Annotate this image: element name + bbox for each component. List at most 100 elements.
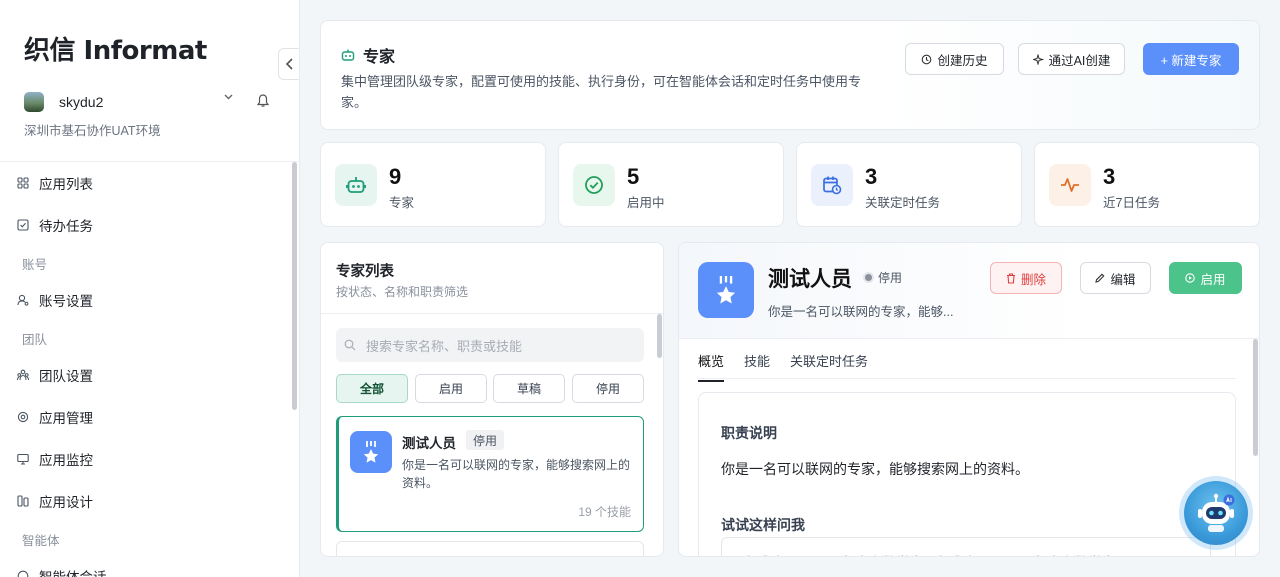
- stat-card-scheduled: 3 关联定时任务: [796, 142, 1022, 227]
- stat-value: 5: [627, 164, 640, 189]
- filter-enabled[interactable]: 启用: [415, 374, 487, 403]
- nav-group-account: 账号: [22, 258, 48, 272]
- duty-heading: 职责说明: [721, 425, 777, 441]
- sidebar-item-app-monitor[interactable]: 应用监控: [0, 438, 299, 480]
- search-input[interactable]: 搜索专家名称、职责或技能: [336, 328, 644, 362]
- collapse-sidebar-button[interactable]: [278, 48, 299, 80]
- sidebar-item-app-list[interactable]: 应用列表: [0, 162, 299, 204]
- ai-create-label: 通过AI创建: [1048, 53, 1111, 68]
- stat-label: 启用中: [627, 196, 665, 210]
- expert-list-panel: 专家列表 按状态、名称和职责筛选 搜索专家名称、职责或技能 全部 启用 草稿 停…: [320, 242, 664, 557]
- status-badge: 停用: [865, 269, 902, 286]
- stat-value: 3: [865, 164, 878, 189]
- expert-name: 测试人员: [402, 436, 456, 451]
- new-expert-label: + 新建专家: [1160, 53, 1222, 68]
- sidebar: 织信 Informat skydu2 深圳市基石协作UAT环境 应用列表 待办任…: [0, 0, 300, 577]
- create-history-label: 创建历史: [937, 53, 988, 68]
- page-title: 专家: [341, 43, 395, 67]
- activity-icon: [1049, 164, 1091, 206]
- example-prompt[interactable]: “帮我查一下2026年高考数学真题帮我查一下2026年高考数学真题”: [721, 537, 1211, 556]
- delete-label: 删除: [1020, 272, 1046, 287]
- edit-button[interactable]: 编辑: [1080, 262, 1151, 294]
- list-item[interactable]: 测试人员 停用 你是一名可以联网的专家，能够搜索网上的资料。 19 个技能: [336, 416, 644, 532]
- calendar-clock-icon: [811, 164, 853, 206]
- ai-create-button[interactable]: 通过AI创建: [1018, 43, 1125, 75]
- sidebar-item-label: 账号设置: [39, 294, 93, 309]
- expert-list-title: 专家列表: [336, 264, 394, 280]
- sidebar-item-label: 团队设置: [39, 369, 93, 384]
- page-description: 集中管理团队级专家，配置可使用的技能、执行身份，可在智能体会话和定时任务中使用专…: [341, 74, 862, 110]
- sidebar-item-label: 智能体会话: [39, 566, 107, 577]
- skill-count: 19 个技能: [578, 505, 631, 519]
- expert-list-subtitle: 按状态、名称和职责筛选: [336, 285, 469, 299]
- chevron-down-icon[interactable]: [224, 94, 233, 100]
- search-placeholder: 搜索专家名称、职责或技能: [366, 338, 523, 354]
- new-expert-button[interactable]: + 新建专家: [1143, 43, 1239, 75]
- overview-section: 职责说明 你是一名可以联网的专家，能够搜索网上的资料。 试试这样问我 “帮我查一…: [698, 392, 1236, 556]
- stat-value: 3: [1103, 164, 1116, 189]
- stat-label: 近7日任务: [1103, 196, 1160, 210]
- status-dot-icon: [865, 274, 872, 281]
- user-switcher[interactable]: skydu2: [24, 92, 274, 112]
- robot-icon: [335, 164, 377, 206]
- page-header: 专家 集中管理团队级专家，配置可使用的技能、执行身份，可在智能体会话和定时任务中…: [320, 20, 1260, 130]
- sidebar-item-todo[interactable]: 待办任务: [0, 204, 299, 246]
- status-badge: 停用: [466, 430, 505, 450]
- medal-star-icon: [698, 262, 754, 318]
- list-scrollbar[interactable]: [657, 314, 662, 358]
- stat-card-recent-tasks: 3 近7日任务: [1034, 142, 1260, 227]
- filter-draft[interactable]: 草稿: [493, 374, 565, 403]
- stat-label: 专家: [389, 196, 415, 210]
- sidebar-nav: 应用列表 待办任务 账号 账号设置 团队 团队设置 应用管理 应用监控 应用设计…: [0, 162, 299, 577]
- divider: [698, 378, 1236, 379]
- filter-disabled[interactable]: 停用: [572, 374, 644, 403]
- sidebar-item-label: 待办任务: [39, 219, 93, 234]
- sidebar-item-account-settings[interactable]: 账号设置: [0, 279, 299, 321]
- ai-robot-icon: [1198, 493, 1235, 532]
- ai-assistant-button[interactable]: [1184, 481, 1248, 545]
- chat-icon: [17, 570, 29, 577]
- monitor-icon: [17, 453, 29, 465]
- bell-icon[interactable]: [257, 94, 269, 108]
- sidebar-item-team-settings[interactable]: 团队设置: [0, 354, 299, 396]
- trash-icon: [1006, 272, 1015, 284]
- sidebar-item-label: 应用管理: [39, 411, 93, 426]
- delete-button[interactable]: 删除: [990, 262, 1062, 294]
- list-item[interactable]: [336, 541, 644, 556]
- sidebar-item-app-design[interactable]: 应用设计: [0, 480, 299, 522]
- duty-text: 你是一名可以联网的专家，能够搜索网上的资料。: [721, 461, 1029, 477]
- nav-group-agent: 智能体: [22, 534, 60, 548]
- stat-value: 9: [389, 164, 402, 189]
- design-icon: [17, 495, 29, 507]
- expert-detail-panel: 测试人员 停用 你是一名可以联网的专家，能够... 删除 编辑 启用 概览 技能…: [678, 242, 1260, 557]
- check-circle-icon: [573, 164, 615, 206]
- detail-scrollbar[interactable]: [1253, 339, 1258, 456]
- robot-icon: [341, 49, 355, 61]
- gear-icon: [17, 411, 29, 423]
- sidebar-item-app-management[interactable]: 应用管理: [0, 396, 299, 438]
- status-text: 停用: [878, 271, 903, 285]
- enable-label: 启用: [1200, 272, 1226, 287]
- play-circle-icon: [1185, 273, 1196, 283]
- ai-sparkle-icon: [1032, 53, 1044, 65]
- expert-title: 测试人员: [768, 268, 852, 291]
- avatar: [24, 92, 44, 112]
- divider: [321, 313, 663, 314]
- expert-summary: 你是一名可以联网的专家，能够...: [768, 305, 954, 319]
- sidebar-item-agent-chat[interactable]: 智能体会话: [0, 555, 299, 577]
- filter-all[interactable]: 全部: [336, 374, 408, 403]
- sidebar-item-label: 应用设计: [39, 495, 93, 510]
- user-settings-icon: [17, 294, 29, 306]
- chevron-left-icon: [285, 58, 293, 70]
- edit-label: 编辑: [1110, 272, 1136, 287]
- enable-button[interactable]: 启用: [1169, 262, 1242, 294]
- page-title-text: 专家: [363, 49, 396, 66]
- expert-description: 你是一名可以联网的专家，能够搜索网上的资料。: [402, 458, 631, 490]
- username: skydu2: [59, 94, 104, 110]
- sidebar-scrollbar[interactable]: [292, 162, 297, 410]
- organization-name: 深圳市基石协作UAT环境: [24, 124, 161, 138]
- stat-card-experts: 9 专家: [320, 142, 546, 227]
- create-history-button[interactable]: 创建历史: [905, 43, 1004, 75]
- medal-star-icon: [350, 431, 392, 473]
- stat-card-enabled: 5 启用中: [558, 142, 784, 227]
